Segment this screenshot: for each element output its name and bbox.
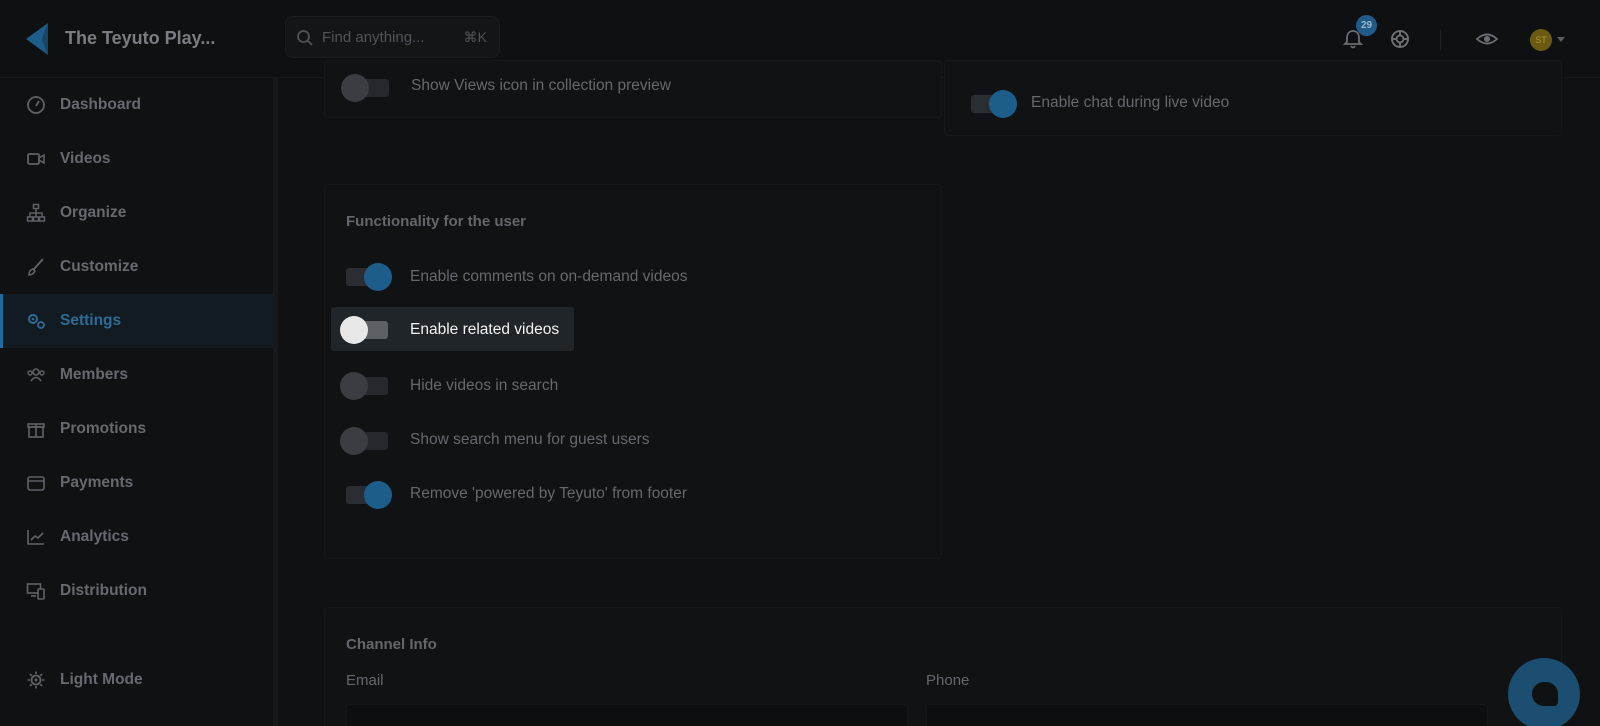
collection-settings-card: Show Views icon in collection preview xyxy=(324,60,942,118)
remove-powered-by-label: Remove 'powered by Teyuto' from footer xyxy=(410,485,688,502)
channel-info-card: Channel Info Email Phone xyxy=(324,607,1562,726)
sidebar: Dashboard Videos Organize Customize Sett… xyxy=(0,78,278,726)
remove-powered-by-toggle[interactable] xyxy=(340,478,392,510)
search-shortcut: ⌘K xyxy=(463,29,487,45)
gears-icon xyxy=(28,314,45,329)
users-icon xyxy=(27,368,45,382)
enable-comments-toggle[interactable] xyxy=(340,260,392,292)
enable-comments-label: Enable comments on on-demand videos xyxy=(410,268,688,285)
sidebar-item-label: Distribution xyxy=(60,582,147,599)
enable-related-videos-toggle[interactable] xyxy=(340,313,390,345)
sidebar-item-members[interactable]: Members xyxy=(0,348,273,402)
sidebar-item-label: Customize xyxy=(60,258,139,275)
search-icon xyxy=(297,30,313,46)
search-box[interactable]: Find anything... ⌘K xyxy=(285,16,500,58)
chat-bubble-icon xyxy=(1532,682,1558,706)
devices-icon xyxy=(26,583,45,600)
chevron-down-icon[interactable] xyxy=(1557,37,1565,42)
toggle-knob xyxy=(340,372,368,400)
search-placeholder: Find anything... xyxy=(322,29,425,46)
hide-videos-in-search-label: Hide videos in search xyxy=(410,377,559,394)
eye-preview-icon[interactable] xyxy=(1476,28,1498,50)
sidebar-item-label: Payments xyxy=(60,474,134,491)
enable-chat-toggle[interactable] xyxy=(965,87,1017,119)
sidebar-item-organize[interactable]: Organize xyxy=(0,186,273,240)
sidebar-item-label: Videos xyxy=(60,150,111,167)
user-avatar[interactable]: ST xyxy=(1530,29,1552,51)
toggle-knob xyxy=(989,90,1017,118)
gift-icon xyxy=(27,423,45,438)
enable-related-videos-label: Enable related videos xyxy=(410,321,560,338)
notification-count-badge: 29 xyxy=(1356,15,1377,36)
enable-chat-label: Enable chat during live video xyxy=(1031,94,1230,111)
sidebar-item-label: Members xyxy=(60,366,129,383)
brand-name[interactable]: The Teyuto Play... xyxy=(65,28,215,49)
toolbar-divider xyxy=(1440,30,1441,50)
sidebar-item-promotions[interactable]: Promotions xyxy=(0,402,273,456)
show-search-menu-label: Show search menu for guest users xyxy=(410,431,650,448)
channel-info-title: Channel Info xyxy=(346,636,437,653)
show-views-label: Show Views icon in collection preview xyxy=(411,77,671,94)
toggle-knob xyxy=(340,316,368,344)
sidebar-item-dashboard[interactable]: Dashboard xyxy=(0,78,273,132)
functionality-title: Functionality for the user xyxy=(346,213,527,230)
brush-icon xyxy=(28,258,44,276)
enable-related-videos-row[interactable]: Enable related videos xyxy=(331,307,574,351)
sitemap-icon xyxy=(26,203,46,222)
sidebar-item-payments[interactable]: Payments xyxy=(0,456,273,510)
phone-field[interactable] xyxy=(926,704,1488,726)
sidebar-item-distribution[interactable]: Distribution xyxy=(0,564,273,618)
light-mode-label: Light Mode xyxy=(60,671,143,688)
gauge-icon xyxy=(27,96,45,114)
sidebar-item-label: Promotions xyxy=(60,420,147,437)
sidebar-item-label: Organize xyxy=(60,204,127,221)
sidebar-item-label: Analytics xyxy=(60,528,129,545)
chart-line-icon xyxy=(27,530,44,545)
hide-videos-in-search-toggle[interactable] xyxy=(340,369,390,401)
show-search-menu-toggle[interactable] xyxy=(340,424,390,456)
toggle-knob xyxy=(364,263,392,291)
email-field[interactable] xyxy=(346,704,908,726)
live-settings-card: Enable chat during live video xyxy=(944,60,1562,136)
lifebuoy-help-icon[interactable] xyxy=(1389,28,1411,50)
sidebar-item-videos[interactable]: Videos xyxy=(0,132,273,186)
light-mode-toggle[interactable]: Light Mode xyxy=(0,653,273,707)
toggle-knob xyxy=(364,481,392,509)
show-views-toggle[interactable] xyxy=(341,71,391,103)
sidebar-item-settings[interactable]: Settings xyxy=(0,294,273,348)
support-chat-button[interactable] xyxy=(1508,658,1580,726)
gear-icon xyxy=(27,671,45,689)
sidebar-item-label: Settings xyxy=(60,312,122,329)
wallet-icon xyxy=(27,476,45,491)
sidebar-item-label: Dashboard xyxy=(60,96,141,113)
toggle-knob xyxy=(341,74,369,102)
email-label: Email xyxy=(346,672,384,689)
teyuto-logo-icon[interactable] xyxy=(24,22,50,56)
sidebar-item-customize[interactable]: Customize xyxy=(0,240,273,294)
phone-label: Phone xyxy=(926,672,970,689)
video-camera-icon xyxy=(27,153,45,165)
toggle-knob xyxy=(340,427,368,455)
sidebar-item-analytics[interactable]: Analytics xyxy=(0,510,273,564)
